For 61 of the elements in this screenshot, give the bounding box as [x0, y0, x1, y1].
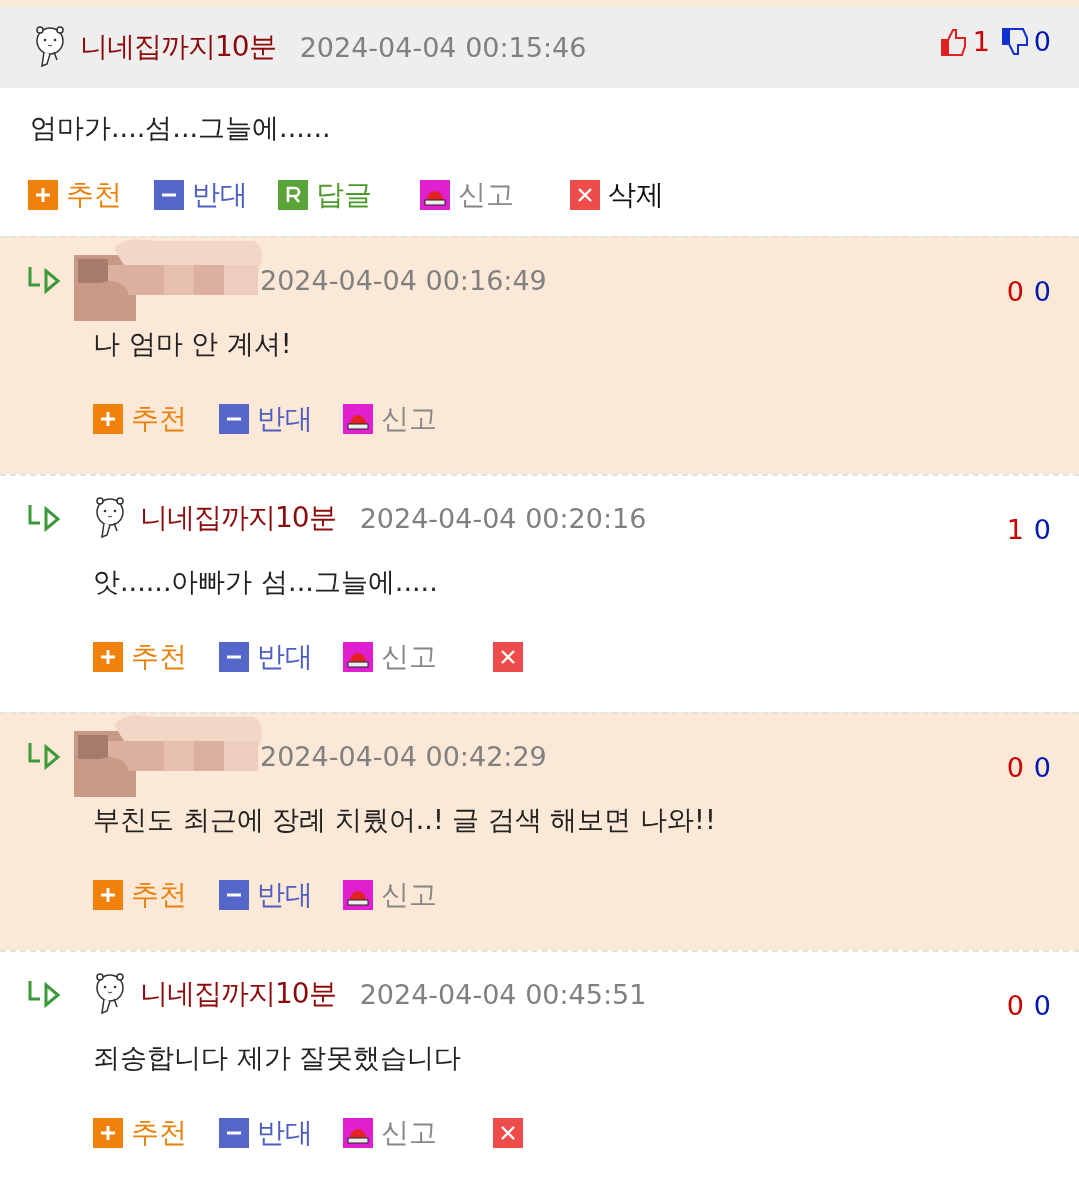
plus-icon [93, 1118, 123, 1148]
recommend-link[interactable]: 추천 [28, 176, 154, 214]
minus-icon [219, 1118, 249, 1148]
report-link[interactable]: 신고 [343, 876, 493, 914]
siren-icon [343, 404, 373, 434]
comment-text: 앗......아빠가 섬...그늘에..... [93, 565, 439, 599]
author-name[interactable]: 니네집까지10분 [140, 975, 336, 1013]
recommend-link[interactable]: 추천 [93, 638, 219, 676]
siren-icon [343, 642, 373, 672]
comment-time: 2024-04-04 00:16:49 [260, 264, 547, 296]
siren-icon [343, 1118, 373, 1148]
plus-icon [93, 880, 123, 910]
thumbs-up-icon[interactable] [938, 26, 969, 57]
dislike-count: 0 [1033, 514, 1051, 545]
author-name[interactable]: 니네집까지10분 [140, 499, 336, 537]
minus-icon [219, 642, 249, 672]
delete-link[interactable]: 삭제 [570, 176, 670, 214]
like-count: 0 [1006, 752, 1024, 783]
siren-icon [420, 180, 450, 210]
comment-text: 엄마가....섬...그늘에...... [30, 111, 332, 145]
like-count: 1 [972, 26, 990, 57]
recommend-link[interactable]: 추천 [93, 400, 219, 438]
close-icon [493, 1118, 523, 1148]
close-icon [493, 642, 523, 672]
recommend-link[interactable]: 추천 [93, 876, 219, 914]
oppose-link[interactable]: 반대 [219, 876, 343, 914]
comment-text: 죄송합니다 제가 잘못했습니다 [93, 1041, 463, 1075]
reply-link[interactable]: 답글 [278, 176, 420, 214]
report-link[interactable]: 신고 [420, 176, 570, 214]
plus-icon [93, 642, 123, 672]
report-link[interactable]: 신고 [343, 1114, 493, 1152]
comment-time: 2024-04-04 00:45:51 [359, 978, 647, 1010]
report-link[interactable]: 신고 [343, 638, 493, 676]
minus-icon [219, 880, 249, 910]
dislike-count: 0 [1033, 26, 1051, 57]
minus-icon [219, 404, 249, 434]
letter-icon [278, 180, 308, 210]
oppose-link[interactable]: 반대 [154, 176, 278, 214]
dislike-count: 0 [1033, 752, 1051, 783]
close-icon [570, 180, 600, 210]
comment-time: 2024-04-04 00:15:46 [299, 31, 587, 63]
siren-icon [343, 880, 373, 910]
like-count: 1 [1006, 514, 1024, 545]
like-count: 0 [1006, 990, 1024, 1021]
recommend-link[interactable]: 추천 [93, 1114, 219, 1152]
dislike-count: 0 [1033, 990, 1051, 1021]
author-name[interactable]: 니네집까지10분 [80, 28, 276, 66]
thumbs-down-icon[interactable] [999, 26, 1030, 57]
minus-icon [154, 180, 184, 210]
report-link[interactable]: 신고 [343, 400, 493, 438]
dislike-count: 0 [1033, 276, 1051, 307]
plus-icon [28, 180, 58, 210]
oppose-link[interactable]: 반대 [219, 1114, 343, 1152]
comment-text: 나 엄마 안 계셔! [93, 327, 293, 361]
comment-text: 부친도 최근에 장례 치뤘어..! 글 검색 해보면 나와!! [93, 803, 717, 837]
oppose-link[interactable]: 반대 [219, 638, 343, 676]
oppose-link[interactable]: 반대 [219, 400, 343, 438]
plus-icon [93, 404, 123, 434]
comment-time: 2024-04-04 00:42:29 [260, 740, 547, 772]
like-count: 0 [1006, 276, 1024, 307]
comment-time: 2024-04-04 00:20:16 [359, 502, 647, 534]
